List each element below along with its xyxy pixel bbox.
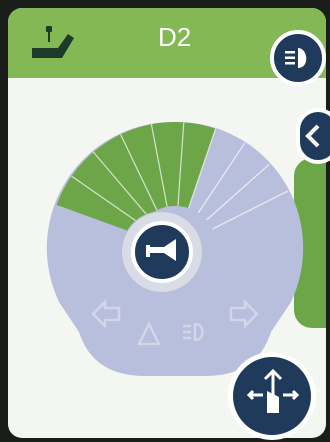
horn-icon	[146, 239, 176, 261]
joystick-control-icon	[246, 368, 300, 413]
profile-title: D2	[158, 22, 192, 52]
headlights-button[interactable]	[270, 30, 326, 86]
seat-adjust-icon[interactable]	[28, 24, 76, 68]
joystick-mode-button[interactable]	[228, 352, 316, 440]
headlights-icon	[285, 48, 307, 68]
horn-button[interactable]	[131, 221, 193, 283]
